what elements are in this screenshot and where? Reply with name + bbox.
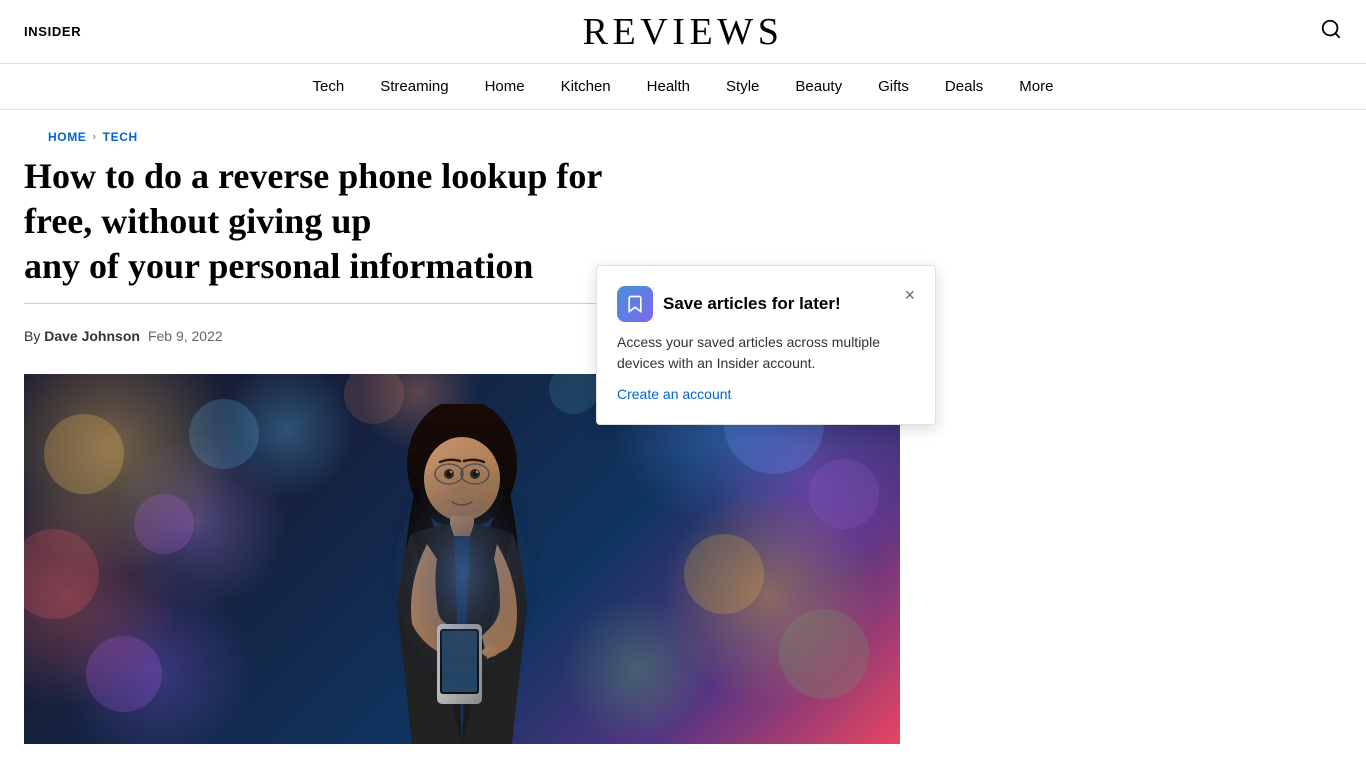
nav-item-deals[interactable]: Deals xyxy=(945,78,983,95)
breadcrumb-current[interactable]: TECH xyxy=(103,130,138,144)
nav-item-home[interactable]: Home xyxy=(485,78,525,95)
article-hero-image xyxy=(24,374,900,744)
nav-item-style[interactable]: Style xyxy=(726,78,759,95)
save-popup-body: Access your saved articles across multip… xyxy=(617,332,915,374)
author-name: Dave Johnson xyxy=(44,328,140,344)
nav-item-more[interactable]: More xyxy=(1019,78,1053,95)
site-title: REVIEWS xyxy=(583,10,784,54)
create-account-link[interactable]: Create an account xyxy=(617,386,731,402)
site-logo: INSIDER xyxy=(24,24,81,39)
nav-item-health[interactable]: Health xyxy=(647,78,690,95)
main-nav: Tech Streaming Home Kitchen Health Style… xyxy=(0,64,1366,110)
save-popup-icon xyxy=(617,286,653,322)
article-title-line2: any of your personal information xyxy=(24,246,533,286)
article-author: By Dave Johnson xyxy=(24,328,140,344)
site-header: INSIDER REVIEWS xyxy=(0,0,1366,64)
search-icon[interactable] xyxy=(1320,18,1342,46)
article-container: HOME › TECH How to do a reverse phone lo… xyxy=(0,110,960,744)
save-popup-header: Save articles for later! × xyxy=(617,286,915,322)
nav-item-kitchen[interactable]: Kitchen xyxy=(561,78,611,95)
breadcrumb-home[interactable]: HOME xyxy=(48,130,86,144)
breadcrumb-separator: › xyxy=(92,131,96,143)
article-date: Feb 9, 2022 xyxy=(148,328,223,344)
save-popup: Save articles for later! × Access your s… xyxy=(596,265,936,425)
nav-item-streaming[interactable]: Streaming xyxy=(380,78,448,95)
nav-item-tech[interactable]: Tech xyxy=(313,78,345,95)
article-title-line1: How to do a reverse phone lookup for fre… xyxy=(24,156,602,241)
breadcrumb: HOME › TECH xyxy=(24,110,936,154)
save-popup-title: Save articles for later! xyxy=(663,294,841,314)
close-icon: × xyxy=(904,285,915,305)
nav-item-beauty[interactable]: Beauty xyxy=(795,78,842,95)
save-popup-icon-title: Save articles for later! xyxy=(617,286,841,322)
nav-item-gifts[interactable]: Gifts xyxy=(878,78,909,95)
author-prefix: By xyxy=(24,328,44,344)
article-meta-left: By Dave Johnson Feb 9, 2022 xyxy=(24,328,223,344)
save-popup-close-button[interactable]: × xyxy=(904,286,915,304)
person-figure xyxy=(342,404,582,744)
